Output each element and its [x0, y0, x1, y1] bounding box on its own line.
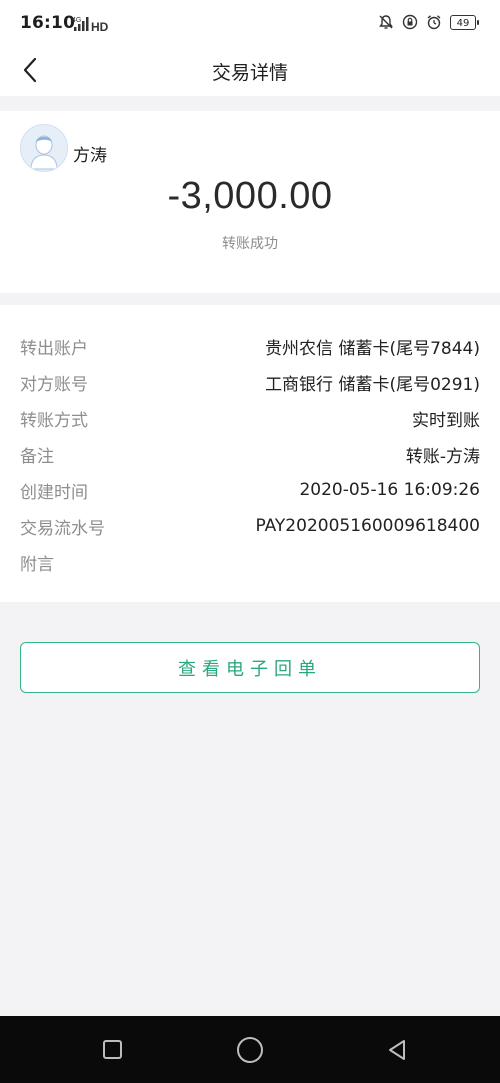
alarm-icon [427, 15, 441, 30]
lock-icon [402, 14, 418, 30]
transaction-status: 转账成功 [222, 236, 278, 252]
transaction-details: 转出账户 贵州农信 储蓄卡(尾号7844) 对方账号 工商银行 储蓄卡(尾号02… [0, 305, 500, 602]
detail-row-from-account: 转出账户 贵州农信 储蓄卡(尾号7844) [20, 331, 480, 361]
detail-label: 创建时间 [20, 482, 88, 503]
detail-value: 工商银行 储蓄卡(尾号0291) [265, 374, 480, 395]
bell-muted-icon [379, 15, 393, 29]
transaction-amount: -3,000.00 [167, 175, 333, 217]
status-right-icons: 49 [378, 14, 479, 30]
detail-row-serial-number: 交易流水号 PAY202005160009618400 [20, 511, 480, 541]
detail-value: PAY202005160009618400 [255, 516, 480, 536]
avatar [20, 124, 68, 172]
nav-back-icon[interactable] [386, 1038, 410, 1062]
transaction-summary: 方涛 -3,000.00 转账成功 [0, 111, 500, 293]
status-time: 16:10 [20, 13, 76, 33]
detail-row-transfer-method: 转账方式 实时到账 [20, 403, 480, 433]
app-header: 交易详情 [0, 48, 500, 96]
avatar-icon [21, 125, 67, 171]
detail-label: 转出账户 [20, 338, 88, 359]
page-title: 交易详情 [211, 62, 288, 84]
detail-row-remark: 备注 转账-方涛 [20, 439, 480, 469]
detail-row-created-time: 创建时间 2020-05-16 16:09:26 [20, 475, 480, 505]
detail-row-to-account: 对方账号 工商银行 储蓄卡(尾号0291) [20, 367, 480, 397]
nav-recent-icon[interactable] [103, 1040, 122, 1059]
detail-value: 实时到账 [412, 410, 480, 431]
detail-label: 备注 [20, 446, 54, 467]
detail-value: 转账-方涛 [405, 446, 480, 467]
detail-label: 转账方式 [20, 410, 88, 431]
detail-label: 交易流水号 [20, 518, 105, 539]
detail-label: 附言 [20, 554, 54, 575]
view-receipt-button[interactable]: 查看电子回单 [20, 642, 480, 693]
battery-icon: 49 [450, 14, 479, 30]
hd-badge: HD [91, 20, 109, 33]
network-type: 4G [72, 17, 81, 24]
navigation-bar [0, 1016, 500, 1083]
detail-value: 2020-05-16 16:09:26 [299, 480, 480, 500]
detail-value: 贵州农信 储蓄卡(尾号7844) [265, 338, 480, 359]
nav-home-icon[interactable] [237, 1037, 263, 1063]
signal-icon: 4G HD [72, 17, 109, 33]
detail-row-postscript: 附言 [20, 547, 480, 577]
detail-label: 对方账号 [20, 374, 88, 395]
status-bar: 16:10 4G HD 49 [0, 0, 500, 48]
payee-name: 方涛 [73, 146, 107, 166]
